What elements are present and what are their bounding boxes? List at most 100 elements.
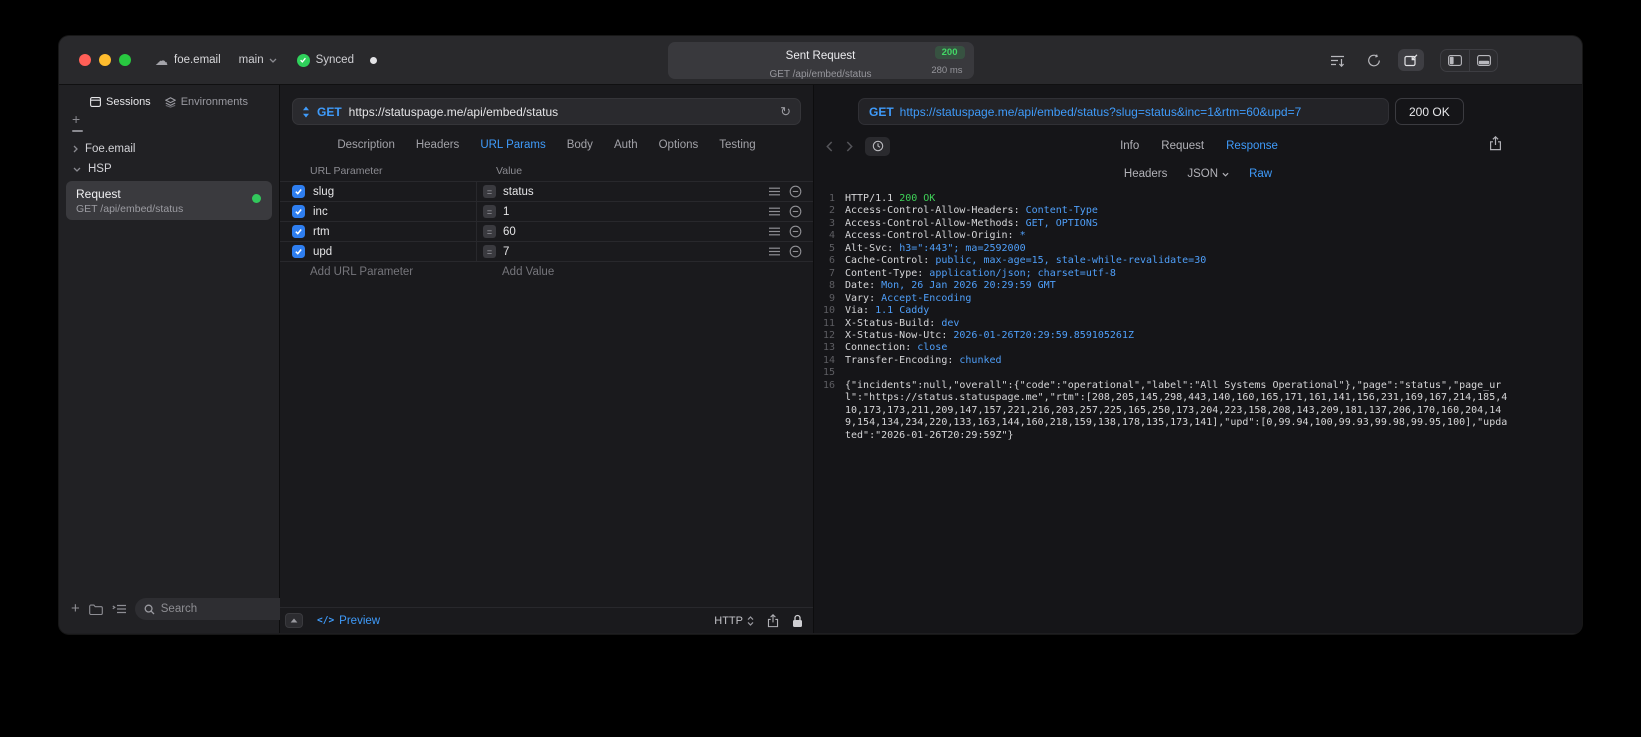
row-actions: [769, 205, 802, 218]
response-tabs: Info Request Response: [1120, 140, 1278, 152]
param-row[interactable]: slug = status: [280, 181, 813, 201]
column-divider: [476, 222, 477, 241]
import-export-button[interactable]: [1398, 49, 1424, 71]
param-checkbox[interactable]: [292, 225, 305, 238]
line-content: [845, 367, 1582, 379]
line-number: 8: [828, 280, 835, 292]
sync-history-button[interactable]: [1361, 49, 1387, 71]
sessions-tree: Foe.email HSP Request GET /api/embed/sta…: [59, 139, 279, 222]
reorder-icon[interactable]: [769, 247, 780, 256]
subtab-json[interactable]: JSON: [1187, 168, 1229, 180]
line-content: X-Status-Now-Utc: 2026-01-26T20:29:59.85…: [845, 329, 1134, 341]
new-folder-button[interactable]: [88, 604, 103, 615]
branch-selector[interactable]: main: [239, 54, 277, 66]
add-param-name-placeholder[interactable]: Add URL Parameter: [310, 266, 413, 278]
zoom-window-button[interactable]: [119, 54, 131, 66]
list-view-button[interactable]: [112, 604, 126, 614]
sort-lines-button[interactable]: [1324, 49, 1350, 71]
tab-options[interactable]: Options: [659, 139, 699, 151]
request-list-item-selected[interactable]: Request GET /api/embed/status: [66, 181, 272, 220]
param-name[interactable]: inc: [313, 206, 476, 218]
param-checkbox[interactable]: [292, 245, 305, 258]
protocol-selector[interactable]: HTTP: [714, 615, 754, 627]
share-icon: [1490, 136, 1501, 151]
tab-url-params[interactable]: URL Params: [480, 139, 545, 151]
tab-request[interactable]: Request: [1161, 140, 1204, 152]
response-method: GET: [869, 104, 894, 119]
preview-button[interactable]: </> Preview: [317, 615, 380, 627]
reorder-icon[interactable]: [769, 207, 780, 216]
main-area: Sessions Environments + Foe.email HSP Re…: [59, 85, 1582, 633]
add-param-row[interactable]: Add URL Parameter Add Value: [280, 261, 813, 282]
project-selector[interactable]: ☁ foe.email: [155, 54, 221, 67]
param-row[interactable]: rtm = 60: [280, 221, 813, 241]
remove-param-icon[interactable]: [789, 185, 802, 198]
tree-item-hsp[interactable]: HSP: [59, 159, 279, 179]
toggle-sidebar-button[interactable]: [1441, 50, 1469, 71]
minimize-window-button[interactable]: [99, 54, 111, 66]
toggle-bottom-panel-button[interactable]: [1469, 49, 1497, 71]
tab-testing[interactable]: Testing: [719, 139, 755, 151]
request-url-bar[interactable]: GET https://statuspage.me/api/embed/stat…: [292, 98, 801, 125]
code-icon: </>: [317, 615, 335, 626]
request-url[interactable]: https://statuspage.me/api/embed/status: [349, 105, 773, 119]
sent-request-pill[interactable]: Sent Request 200 GET /api/embed/status 2…: [667, 42, 974, 80]
history-button[interactable]: [865, 136, 890, 156]
subtab-raw[interactable]: Raw: [1249, 168, 1272, 180]
tab-headers[interactable]: Headers: [416, 139, 459, 151]
param-name[interactable]: rtm: [313, 226, 476, 238]
refresh-icon[interactable]: ↻: [780, 105, 791, 118]
add-session-button[interactable]: +: [72, 112, 279, 126]
tree-item-foe-email[interactable]: Foe.email: [59, 139, 279, 159]
project-name: foe.email: [174, 54, 221, 66]
sidebar-footer: +: [59, 590, 324, 633]
column-header-value: Value: [496, 164, 523, 177]
tab-auth[interactable]: Auth: [614, 139, 638, 151]
param-name[interactable]: upd: [313, 246, 476, 258]
subtab-headers[interactable]: Headers: [1124, 168, 1167, 180]
sync-status[interactable]: Synced: [296, 53, 354, 67]
collapse-handle[interactable]: [72, 130, 83, 132]
param-value[interactable]: 1: [503, 206, 769, 218]
tab-response[interactable]: Response: [1226, 140, 1278, 152]
line-number: 14: [822, 354, 835, 366]
param-row[interactable]: upd = 7: [280, 241, 813, 261]
tab-description[interactable]: Description: [337, 139, 395, 151]
response-url-bar[interactable]: GET https://statuspage.me/api/embed/stat…: [858, 98, 1389, 125]
reorder-icon[interactable]: [769, 227, 780, 236]
code-line: 7 Content-Type: application/json; charset…: [814, 268, 1582, 280]
chevron-down-icon: [73, 167, 81, 172]
param-checkbox[interactable]: [292, 205, 305, 218]
param-value[interactable]: 60: [503, 226, 769, 238]
back-icon[interactable]: [826, 140, 833, 152]
line-content: Access-Control-Allow-Methods: GET, OPTIO…: [845, 217, 1098, 229]
tab-info[interactable]: Info: [1120, 140, 1139, 152]
param-value[interactable]: status: [503, 186, 769, 198]
share-button[interactable]: [767, 613, 779, 628]
export-response-button[interactable]: [1489, 136, 1502, 151]
param-checkbox[interactable]: [292, 185, 305, 198]
list-view-icon: [112, 604, 126, 614]
line-number: 4: [828, 230, 835, 242]
tab-environments[interactable]: Environments: [164, 96, 248, 108]
remove-param-icon[interactable]: [789, 225, 802, 238]
add-param-value-placeholder[interactable]: Add Value: [502, 266, 554, 278]
close-window-button[interactable]: [79, 54, 91, 66]
param-name[interactable]: slug: [313, 186, 476, 198]
line-content: Transfer-Encoding: chunked: [845, 354, 1002, 366]
param-row[interactable]: inc = 1: [280, 201, 813, 221]
request-method[interactable]: GET: [317, 105, 342, 119]
remove-param-icon[interactable]: [789, 205, 802, 218]
add-request-button[interactable]: +: [71, 601, 80, 616]
tab-sessions[interactable]: Sessions: [90, 96, 151, 108]
param-value[interactable]: 7: [503, 246, 769, 258]
reorder-icon[interactable]: [769, 187, 780, 196]
code-line: 5 Alt-Svc: h3=":443"; ma=2592000: [814, 243, 1582, 255]
branch-name: main: [238, 54, 264, 66]
remove-param-icon[interactable]: [789, 245, 802, 258]
lock-button[interactable]: [792, 614, 803, 628]
forward-icon[interactable]: [846, 140, 853, 152]
tab-body[interactable]: Body: [567, 139, 593, 151]
response-code[interactable]: 1 HTTP/1.1 200 OK 2 Access-Control-Allow-He…: [814, 193, 1582, 442]
expand-panel-button[interactable]: [285, 613, 303, 628]
